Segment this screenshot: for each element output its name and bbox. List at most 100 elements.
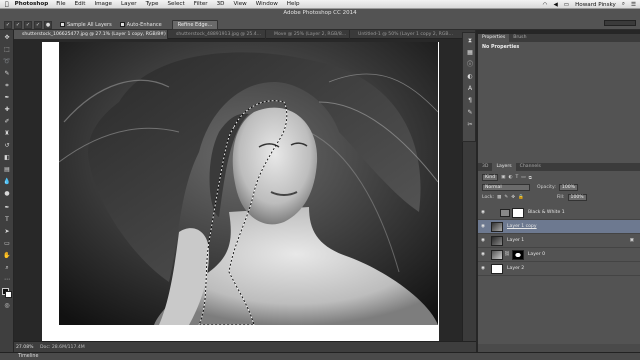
hand-tool-icon[interactable]: ✋ [3, 252, 11, 260]
filter-type-icon[interactable]: T [515, 175, 518, 180]
healing-tool-icon[interactable]: ✚ [3, 106, 11, 114]
document-photo[interactable] [59, 42, 438, 325]
layer-name[interactable]: Layer 1 copy [507, 224, 537, 229]
layer-name[interactable]: Layer 2 [507, 266, 524, 271]
tab-document-2[interactable]: shutterstock_48891913.jpg @ 25.4... [168, 30, 266, 39]
lock-move-icon[interactable]: ✥ [511, 195, 515, 200]
document-size[interactable]: Doc: 28.6M/117.4M [40, 345, 85, 350]
tab-document-3[interactable]: Move @ 25% (Layer 2, RGB/8... [266, 30, 350, 39]
menu-app-photoshop[interactable]: Photoshop [15, 1, 49, 7]
tab-document-1[interactable]: shutterstock_106625477.jpg @ 27.1% (Laye… [14, 30, 168, 39]
adjustments-panel-icon[interactable]: ◐ [466, 73, 474, 81]
apple-icon[interactable]:  [5, 1, 9, 8]
type-tool-icon[interactable]: T [3, 216, 11, 224]
auto-enhance-checkbox[interactable]: Auto-Enhance [119, 22, 162, 28]
layer-row[interactable]: ◉ Layer 2 [478, 262, 640, 276]
layer-name[interactable]: Layer 1 [507, 238, 524, 243]
tab-document-4[interactable]: Untitled-1 @ 50% (Layer 1 copy 2, RGB... [350, 30, 476, 39]
marquee-tool-icon[interactable]: ⬚ [3, 46, 11, 54]
tab-brush[interactable]: Brush [509, 34, 530, 42]
menu-type[interactable]: Type [146, 1, 159, 7]
menu-layer[interactable]: Layer [121, 1, 137, 7]
timeline-panel-tab[interactable]: Timeline [0, 352, 640, 360]
quick-selection-tool-icon[interactable]: ✓ [4, 20, 12, 29]
quick-mask-icon[interactable]: ◎ [3, 302, 11, 310]
zoom-level[interactable]: 27.08% [14, 345, 34, 350]
battery-icon[interactable]: ▭ [564, 2, 569, 8]
menu-file[interactable]: File [56, 1, 65, 7]
menubar-user[interactable]: Howard Pinsky [575, 2, 616, 8]
brush-presets-icon[interactable]: ✎ [466, 109, 474, 117]
layer-name[interactable]: Black & White 1 [528, 210, 565, 215]
visibility-eye-icon[interactable]: ◉ [478, 224, 488, 229]
brush-tool-icon[interactable]: ✐ [3, 118, 11, 126]
info-panel-icon[interactable]: ⓘ [466, 61, 474, 69]
tool-presets-icon[interactable]: ✂ [466, 121, 474, 129]
tab-layers[interactable]: Layers [492, 163, 516, 171]
clone-stamp-tool-icon[interactable]: ♜ [3, 130, 11, 138]
sample-all-layers-checkbox[interactable]: Sample All Layers [60, 22, 112, 28]
wifi-icon[interactable]: ◠ [543, 2, 548, 8]
new-selection-icon[interactable]: ✓ [14, 20, 22, 29]
checkbox-box[interactable] [119, 22, 125, 27]
lock-pixels-icon[interactable]: ▩ [497, 195, 501, 200]
visibility-eye-icon[interactable]: ◉ [478, 252, 488, 257]
eraser-tool-icon[interactable]: ◧ [3, 154, 11, 162]
visibility-eye-icon[interactable]: ◉ [478, 266, 488, 271]
lock-paint-icon[interactable]: ✎ [504, 195, 508, 200]
tab-properties[interactable]: Properties [478, 34, 510, 42]
layer-name[interactable]: Layer 0 [528, 252, 545, 257]
tab-channels[interactable]: Channels [516, 163, 545, 171]
quick-select-tool-icon[interactable]: ✎ [3, 70, 11, 78]
menu-edit[interactable]: Edit [75, 1, 86, 7]
layer-row[interactable]: ◉ Layer 1 ▣ [478, 234, 640, 248]
filter-adjustment-icon[interactable]: ◐ [508, 175, 512, 180]
layer-row[interactable]: ◉ Black & White 1 [478, 206, 640, 220]
background-color-swatch[interactable] [5, 291, 12, 298]
history-brush-tool-icon[interactable]: ↺ [3, 142, 11, 150]
paragraph-panel-icon[interactable]: ¶ [466, 97, 474, 105]
search-icon[interactable]: ⌕ [622, 1, 625, 8]
menu-list-icon[interactable]: ☰ [631, 2, 636, 8]
workspace-switcher[interactable] [604, 20, 636, 26]
add-to-selection-icon[interactable]: ✓ [24, 20, 32, 29]
menu-window[interactable]: Window [256, 1, 278, 7]
layer-row-selected[interactable]: ◉ Layer 1 copy [478, 220, 640, 234]
shape-tool-icon[interactable]: ▭ [3, 240, 11, 248]
opacity-field[interactable]: 100% [558, 184, 579, 191]
canvas-area[interactable] [14, 39, 462, 344]
menu-select[interactable]: Select [167, 1, 184, 7]
history-panel-icon[interactable]: ⧗ [466, 37, 474, 45]
zoom-tool-icon[interactable]: ⌕ [3, 264, 11, 272]
visibility-eye-icon[interactable]: ◉ [478, 210, 488, 215]
lock-all-icon[interactable]: 🔒 [518, 195, 524, 200]
refine-edge-button[interactable]: Refine Edge... [171, 19, 219, 30]
tab-3d[interactable]: 3D [478, 163, 492, 171]
layer-filter-select[interactable]: Kind [482, 174, 499, 181]
more-tools-icon[interactable]: ⋯ [3, 276, 11, 284]
filter-shape-icon[interactable]: ▭ [521, 175, 525, 180]
color-swatches[interactable] [2, 288, 12, 298]
filter-smart-object-icon[interactable]: ⧉ [529, 175, 532, 181]
eyedropper-tool-icon[interactable]: ✒ [3, 94, 11, 102]
fill-field[interactable]: 100% [567, 194, 587, 201]
menu-filter[interactable]: Filter [194, 1, 208, 7]
layer-mask-thumbnail[interactable] [511, 249, 524, 260]
layer-mask-thumbnail[interactable] [512, 207, 524, 218]
visibility-eye-icon[interactable]: ◉ [478, 238, 488, 243]
layer-row[interactable]: ◉ ⛓ Layer 0 [478, 248, 640, 262]
pen-tool-icon[interactable]: ✒ [3, 204, 11, 212]
filter-pixel-icon[interactable]: ▣ [501, 175, 505, 180]
move-tool-icon[interactable]: ✥ [3, 34, 11, 42]
menu-view[interactable]: View [233, 1, 246, 7]
dodge-tool-icon[interactable]: ● [3, 190, 11, 198]
menu-image[interactable]: Image [94, 1, 112, 7]
swatches-panel-icon[interactable]: ▦ [466, 49, 474, 57]
path-selection-tool-icon[interactable]: ➤ [3, 228, 11, 236]
lasso-tool-icon[interactable]: ➰ [3, 58, 11, 66]
subtract-selection-icon[interactable]: ✓ [34, 20, 42, 29]
menu-3d[interactable]: 3D [217, 1, 225, 7]
brush-size-icon[interactable]: ● [44, 20, 52, 29]
gradient-tool-icon[interactable]: ▤ [3, 166, 11, 174]
character-panel-icon[interactable]: A [466, 85, 474, 93]
